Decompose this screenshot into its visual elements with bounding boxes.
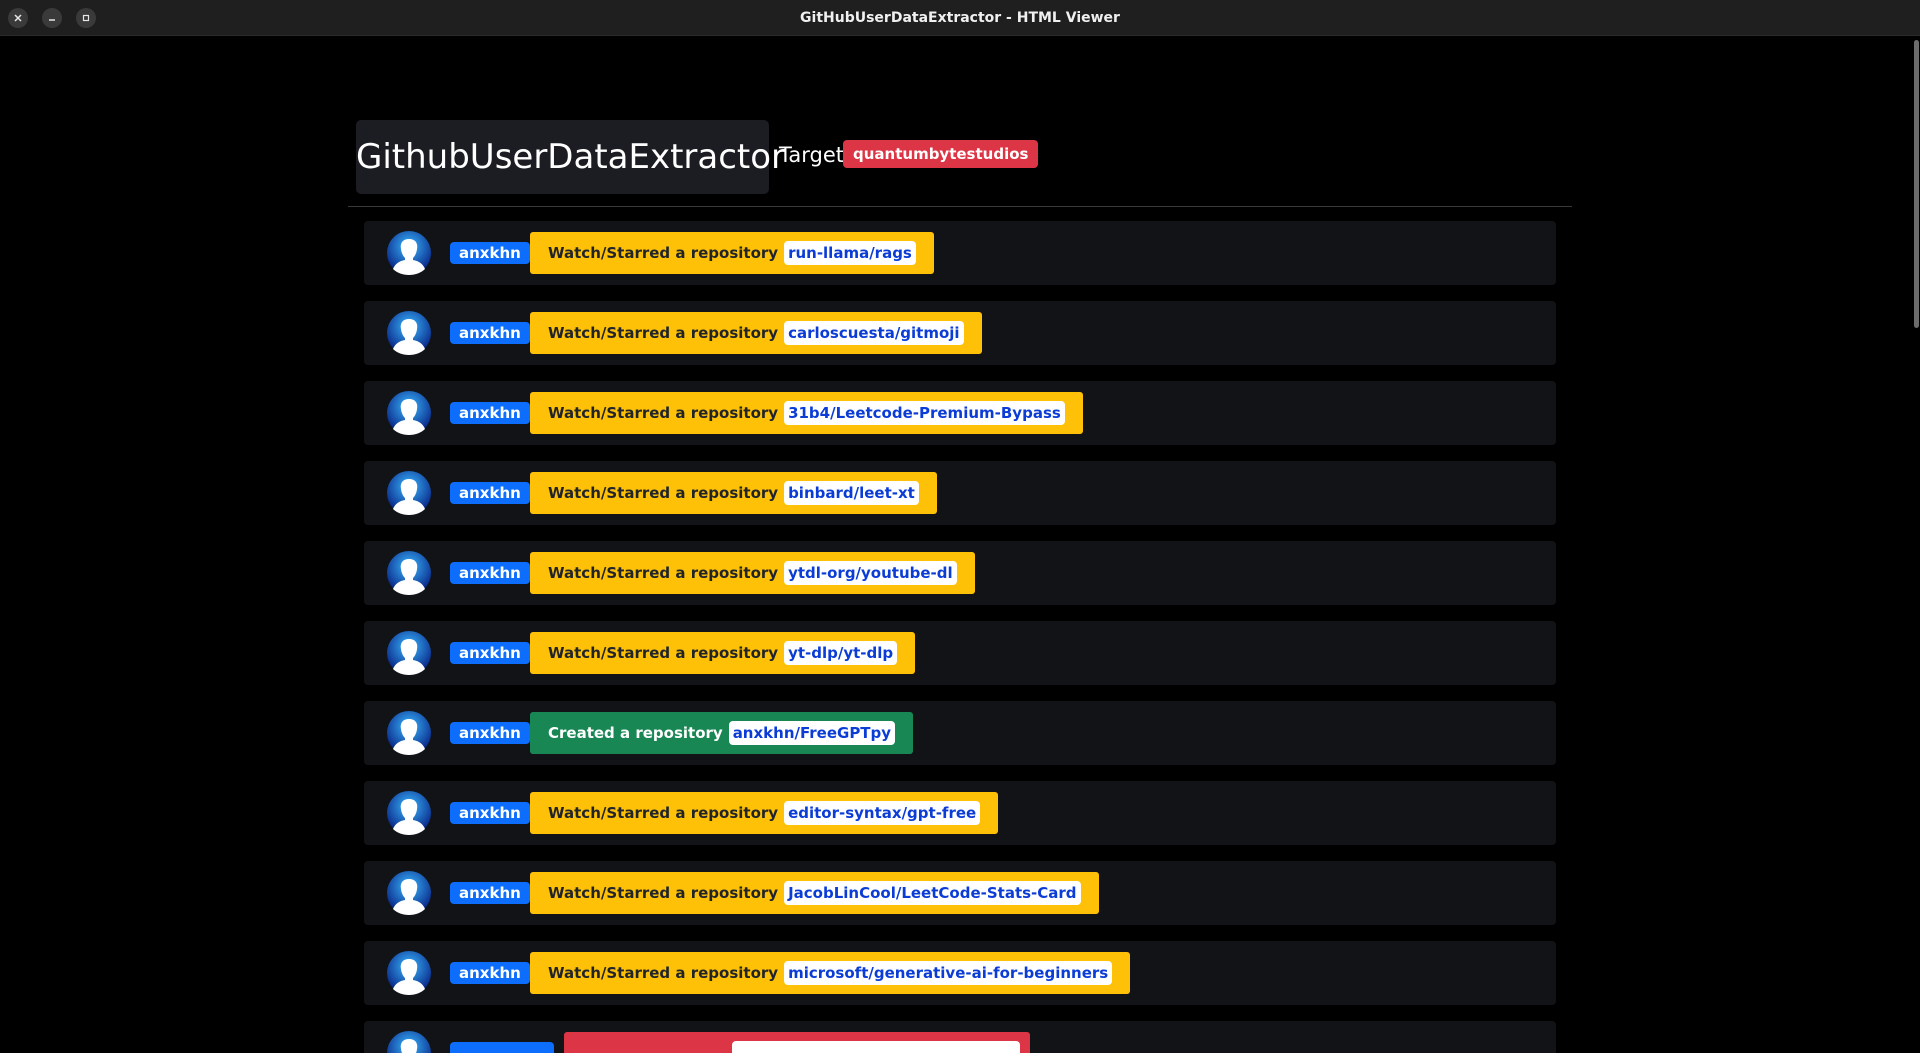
event-action-label: Watch/Starred a repository [548, 404, 779, 422]
window-titlebar: GitHubUserDataExtractor - HTML Viewer [0, 0, 1920, 36]
user-badge[interactable]: anxkhn [450, 482, 530, 504]
feed-row: anxkhn Created a repository anxkhn/FreeGPT… [364, 701, 1556, 765]
event-action-label: Watch/Starred a repository [548, 804, 779, 822]
feed-row: anxkhn Watch/Starred a repository ytdl-org… [364, 541, 1556, 605]
user-badge[interactable]: anxkhn [450, 722, 530, 744]
page-header: GithubUserDataExtractor Target quantumby… [348, 120, 1572, 207]
repo-link[interactable]: yt-dlp/yt-dlp [784, 641, 898, 665]
event-badge: Watch/Starred a repository carloscuesta/g… [530, 312, 982, 354]
html-viewer-content[interactable]: GithubUserDataExtractor Target quantumby… [0, 36, 1920, 1053]
avatar[interactable] [387, 471, 431, 515]
scrollbar-thumb[interactable] [1914, 40, 1919, 328]
repo-link[interactable]: 31b4/Leetcode-Premium-Bypass [784, 401, 1065, 425]
repo-link[interactable]: editor-syntax/gpt-free [784, 801, 981, 825]
event-badge: Created a repository anxkhn/FreeGPTpy [530, 712, 914, 754]
event-badge: Watch/Starred a repository JacobLinCool/L… [530, 872, 1099, 914]
activity-feed: anxkhn Watch/Starred a repository run-llam… [364, 221, 1556, 1053]
event-badge: Watch/Starred a repository yt-dlp/yt-dlp [530, 632, 916, 674]
event-action-label: Watch/Starred a repository [548, 484, 779, 502]
event-badge: Watch/Starred a repository ytdl-org/youtu… [530, 552, 975, 594]
feed-row: anxkhn Watch/Starred a repository 31b4/Lee… [364, 381, 1556, 445]
feed-row: anxkhn Watch/Starred a repository microsof… [364, 941, 1556, 1005]
user-badge[interactable]: anxkhn [450, 322, 530, 344]
feed-row [364, 1021, 1556, 1053]
avatar[interactable] [387, 1031, 431, 1053]
avatar[interactable] [387, 551, 431, 595]
feed-row: anxkhn Watch/Starred a repository carloscu… [364, 301, 1556, 365]
event-action-label: Created a repository [548, 724, 723, 742]
user-badge[interactable]: anxkhn [450, 562, 530, 584]
vertical-scrollbar[interactable] [1912, 36, 1920, 1053]
event-action-label: Watch/Starred a repository [548, 244, 779, 262]
user-badge[interactable]: anxkhn [450, 642, 530, 664]
event-action-label: Watch/Starred a repository [548, 324, 779, 342]
target-badge: quantumbytestudios [843, 140, 1039, 168]
event-badge [564, 1032, 1030, 1053]
repo-link[interactable]: anxkhn/FreeGPTpy [728, 721, 896, 745]
user-badge[interactable]: anxkhn [450, 962, 530, 984]
avatar[interactable] [387, 231, 431, 275]
avatar[interactable] [387, 951, 431, 995]
avatar[interactable] [387, 791, 431, 835]
feed-row: anxkhn Watch/Starred a repository editor-s… [364, 781, 1556, 845]
event-badge: Watch/Starred a repository binbard/leet-x… [530, 472, 937, 514]
avatar[interactable] [387, 391, 431, 435]
feed-row: anxkhn Watch/Starred a repository JacobLin… [364, 861, 1556, 925]
window-title: GitHubUserDataExtractor - HTML Viewer [800, 10, 1120, 26]
repo-link[interactable]: carloscuesta/gitmoji [784, 321, 964, 345]
repo-link[interactable]: JacobLinCool/LeetCode-Stats-Card [784, 881, 1081, 905]
avatar[interactable] [387, 871, 431, 915]
target-label: Target [779, 143, 844, 167]
feed-row: anxkhn Watch/Starred a repository run-llam… [364, 221, 1556, 285]
repo-link[interactable] [732, 1041, 1020, 1053]
repo-link[interactable]: run-llama/rags [784, 241, 916, 265]
event-badge: Watch/Starred a repository microsoft/gene… [530, 952, 1131, 994]
user-badge[interactable]: anxkhn [450, 802, 530, 824]
avatar[interactable] [387, 311, 431, 355]
repo-link[interactable]: ytdl-org/youtube-dl [784, 561, 957, 585]
avatar[interactable] [387, 631, 431, 675]
event-badge: Watch/Starred a repository run-llama/rags [530, 232, 934, 274]
event-action-label: Watch/Starred a repository [548, 564, 779, 582]
feed-row: anxkhn Watch/Starred a repository yt-dlp/y… [364, 621, 1556, 685]
event-badge: Watch/Starred a repository editor-syntax/… [530, 792, 999, 834]
event-action-label: Watch/Starred a repository [548, 964, 779, 982]
repo-link[interactable]: microsoft/generative-ai-for-beginners [784, 961, 1113, 985]
user-badge[interactable]: anxkhn [450, 402, 530, 424]
event-badge: Watch/Starred a repository 31b4/Leetcode-… [530, 392, 1083, 434]
avatar[interactable] [387, 711, 431, 755]
page-container: GithubUserDataExtractor Target quantumby… [348, 120, 1572, 1053]
app-title: GithubUserDataExtractor [356, 120, 785, 194]
repo-link[interactable]: binbard/leet-xt [784, 481, 919, 505]
user-badge[interactable]: anxkhn [450, 242, 530, 264]
user-badge[interactable] [450, 1042, 554, 1053]
event-action-label: Watch/Starred a repository [548, 884, 779, 902]
feed-row: anxkhn Watch/Starred a repository binbard/… [364, 461, 1556, 525]
user-badge[interactable]: anxkhn [450, 882, 530, 904]
event-action-label: Watch/Starred a repository [548, 644, 779, 662]
